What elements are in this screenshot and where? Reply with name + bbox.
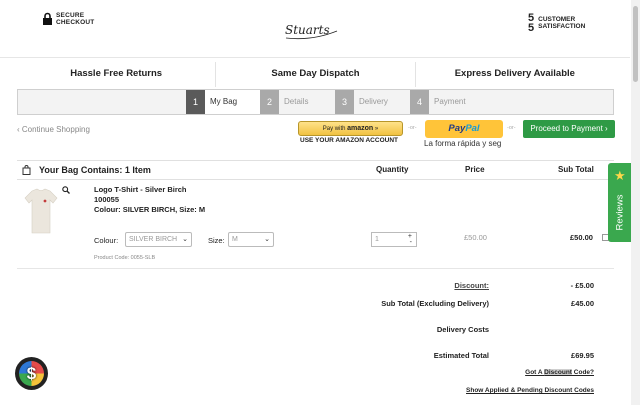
feature-strip: Hassle Free Returns Same Day Dispatch Ex… — [17, 62, 614, 87]
bag-table-header: Your Bag Contains: 1 Item Quantity Price… — [17, 160, 614, 180]
product-sku: 100055 — [94, 195, 120, 204]
bag-title: Your Bag Contains: 1 Item — [39, 165, 151, 175]
step-details: Details — [284, 97, 309, 106]
got-discount-code-link[interactable]: Got A Discount Code? — [525, 369, 594, 376]
colour-label: Colour: — [94, 236, 119, 245]
scrollbar-thumb[interactable] — [633, 6, 638, 82]
satisfaction-fraction: 5 5 — [528, 12, 535, 34]
product-colour-size: Colour: SILVER BIRCH, Size: M — [94, 205, 206, 214]
show-discount-codes-link[interactable]: Show Applied & Pending Discount Codes — [466, 387, 594, 394]
secure-line1: SECURE — [56, 12, 85, 19]
feature-delivery: Express Delivery Available — [454, 68, 575, 79]
dollar-icon: $ — [26, 364, 37, 383]
subtotal-label: Sub Total (Excluding Delivery) — [381, 299, 489, 308]
satisfaction-line1: CUSTOMER — [538, 16, 576, 23]
satisfaction-line2: SATISFACTION — [538, 23, 586, 30]
chevron-down-icon: ⌄ — [264, 236, 270, 243]
decrease-icon[interactable]: - — [410, 239, 412, 246]
or-separator: -or- — [408, 125, 417, 131]
secure-line2: CHECKOUT — [56, 19, 95, 26]
amazon-logo-text: amazon — [347, 125, 374, 132]
step-payment: Payment — [434, 97, 466, 106]
product-code: Product Code: 0055-SLB — [94, 255, 156, 261]
quantity-value: 1 — [375, 236, 379, 243]
rewards-badge[interactable]: $ — [15, 357, 48, 390]
col-price: Price — [465, 165, 485, 174]
lock-icon — [43, 12, 52, 25]
size-select[interactable]: M ⌄ — [228, 232, 274, 247]
product-image[interactable] — [23, 186, 59, 236]
item-price: £50.00 — [464, 233, 487, 242]
discount-label[interactable]: Discount: — [454, 281, 489, 290]
paypal-caption: La forma rápida y seg — [424, 139, 502, 148]
step-3-number: 3 — [335, 90, 354, 114]
proceed-to-payment-button[interactable]: Proceed to Payment › — [523, 120, 615, 138]
bag-item-row: Logo T-Shirt - Silver Birch 100055 Colou… — [17, 181, 614, 269]
amazon-pay-caption: USE YOUR AMAZON ACCOUNT — [300, 137, 398, 144]
feature-returns: Hassle Free Returns — [17, 62, 217, 87]
zoom-icon[interactable] — [62, 186, 70, 194]
or-separator: -or- — [507, 125, 516, 131]
double-arrow-icon: » — [374, 126, 379, 132]
estimated-total-value: £69.95 — [571, 351, 594, 360]
step-4-number: 4 — [410, 90, 429, 114]
step-my-bag[interactable]: My Bag — [205, 90, 260, 114]
step-2-number: 2 — [260, 90, 279, 114]
product-details: Logo T-Shirt - Silver Birch 100055 Colou… — [94, 185, 205, 215]
page-scrollbar[interactable] — [631, 0, 640, 405]
paypal-button[interactable]: PayPal — [425, 120, 503, 138]
top-header: SECURE CHECKOUT Stuarts 5 5 CUSTOMER SAT… — [0, 0, 630, 58]
checkout-steps: 1 My Bag 2 Details 3 Delivery 4 Payment — [17, 89, 614, 115]
quantity-stepper[interactable]: 1 + - — [371, 232, 417, 247]
item-subtotal: £50.00 — [570, 233, 593, 242]
shopping-bag-icon — [22, 165, 31, 175]
estimated-total-label: Estimated Total — [433, 351, 489, 360]
amazon-pay-button[interactable]: Pay with amazon » — [298, 121, 403, 136]
star-icon: ★ — [614, 168, 626, 183]
step-delivery: Delivery — [359, 97, 388, 106]
customer-satisfaction: 5 5 CUSTOMER SATISFACTION — [528, 12, 586, 34]
delivery-costs-label: Delivery Costs — [436, 325, 489, 334]
continue-shopping-link[interactable]: ‹ Continue Shopping — [17, 125, 90, 134]
col-subtotal: Sub Total — [558, 165, 594, 174]
reviews-label: Reviews — [614, 194, 626, 231]
chevron-down-icon: ⌄ — [182, 236, 188, 243]
step-1-number: 1 — [186, 90, 205, 114]
discount-value: - £5.00 — [570, 281, 594, 290]
product-name[interactable]: Logo T-Shirt - Silver Birch — [94, 185, 205, 195]
stuarts-logo[interactable]: Stuarts — [282, 18, 340, 42]
reviews-tab[interactable]: ★ Reviews — [608, 163, 632, 242]
secure-checkout: SECURE CHECKOUT — [42, 12, 94, 26]
size-label: Size: — [208, 236, 225, 245]
colour-select[interactable]: SILVER BIRCH ⌄ — [125, 232, 192, 247]
svg-text:Stuarts: Stuarts — [285, 23, 330, 37]
subtotal-value: £45.00 — [571, 299, 594, 308]
feature-dispatch: Same Day Dispatch — [216, 62, 416, 87]
col-quantity: Quantity — [376, 165, 409, 174]
